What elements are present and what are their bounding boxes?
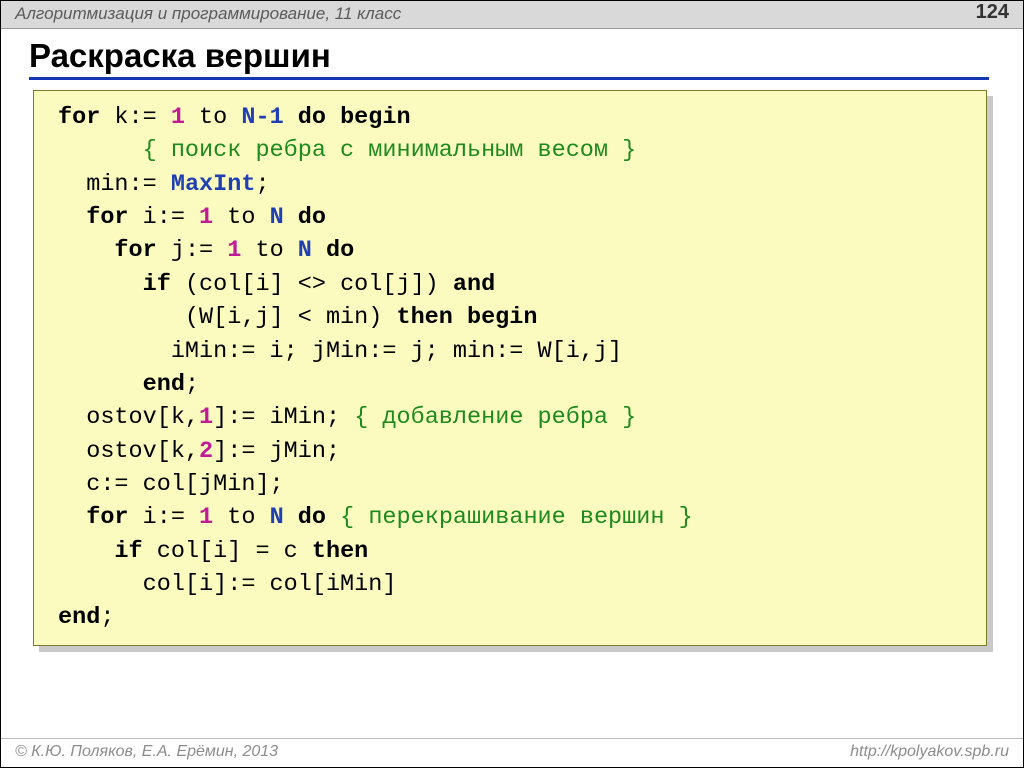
slide: Алгоритмизация и программирование, 11 кл… [0, 0, 1024, 768]
code-content: for k:= 1 to N-1 do begin { поиск ребра … [58, 101, 968, 635]
page-number: 124 [976, 2, 1009, 22]
slide-title: Раскраска вершин [29, 37, 989, 80]
code-box: for k:= 1 to N-1 do begin { поиск ребра … [33, 90, 987, 646]
code-block: for k:= 1 to N-1 do begin { поиск ребра … [33, 90, 987, 646]
header-title: Алгоритмизация и программирование, 11 кл… [15, 4, 401, 24]
copyright: © К.Ю. Поляков, Е.А. Ерёмин, 2013 [15, 743, 278, 761]
footer: © К.Ю. Поляков, Е.А. Ерёмин, 2013 http:/… [1, 738, 1023, 767]
header-bar: Алгоритмизация и программирование, 11 кл… [1, 1, 1023, 29]
footer-url: http://kpolyakov.spb.ru [850, 743, 1009, 761]
